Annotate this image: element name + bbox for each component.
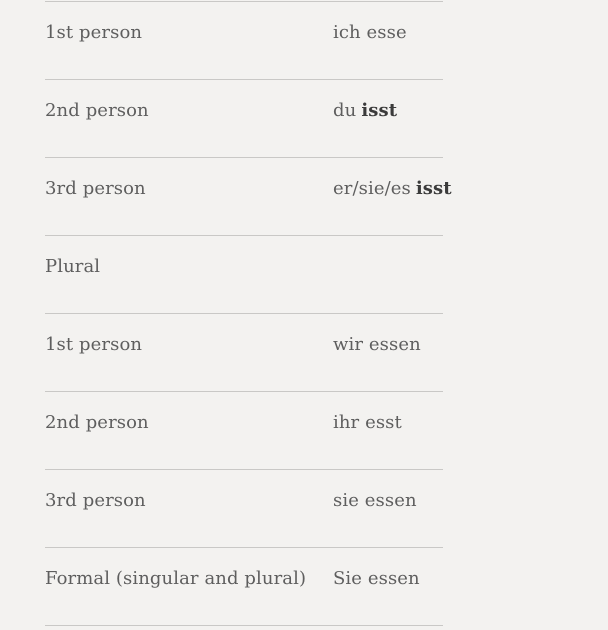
person-label: 1st person (45, 21, 143, 43)
verb-form: Sie essen (333, 548, 445, 608)
verb-form: sie essen (333, 470, 445, 530)
conjugation-table: 1st person ich esse 2nd person du isst 3r… (45, 1, 452, 626)
verb-form-text: ich esse (333, 21, 407, 43)
person-label: 3rd person (45, 177, 146, 199)
verb-form-highlight: isst (361, 99, 398, 121)
table-row-section-heading: Plural (45, 236, 443, 314)
verb-form-text: sie essen (333, 489, 417, 511)
person-label: 2nd person (45, 411, 149, 433)
table-row: 3rd person sie essen (45, 470, 443, 548)
verb-form-highlight: isst (415, 177, 452, 199)
table-row: 2nd person du isst (45, 80, 443, 158)
verb-form-text: ihr esst (333, 411, 402, 433)
table-row: 1st person wir essen (45, 314, 443, 392)
section-heading: Plural (45, 255, 101, 277)
verb-form: ihr esst (333, 392, 445, 452)
person-label: 1st person (45, 333, 143, 355)
verb-form-pronoun: du (333, 99, 357, 121)
verb-form: ich esse (333, 2, 445, 62)
verb-form: du isst (333, 80, 445, 140)
table-row: Formal (singular and plural) Sie essen (45, 548, 443, 626)
table-row: 3rd person er/sie/es isst (45, 158, 452, 236)
table-row: 1st person ich esse (45, 2, 443, 80)
person-label: Formal (singular and plural) (45, 567, 307, 589)
person-label: 3rd person (45, 489, 146, 511)
person-label: 2nd person (45, 99, 149, 121)
verb-form-text: wir essen (333, 333, 421, 355)
verb-form-pronoun: er/sie/es (333, 177, 411, 199)
verb-form-text: Sie essen (333, 567, 420, 589)
table-row: 2nd person ihr esst (45, 392, 443, 470)
verb-form: wir essen (333, 314, 445, 374)
verb-form: er/sie/es isst (333, 158, 452, 218)
